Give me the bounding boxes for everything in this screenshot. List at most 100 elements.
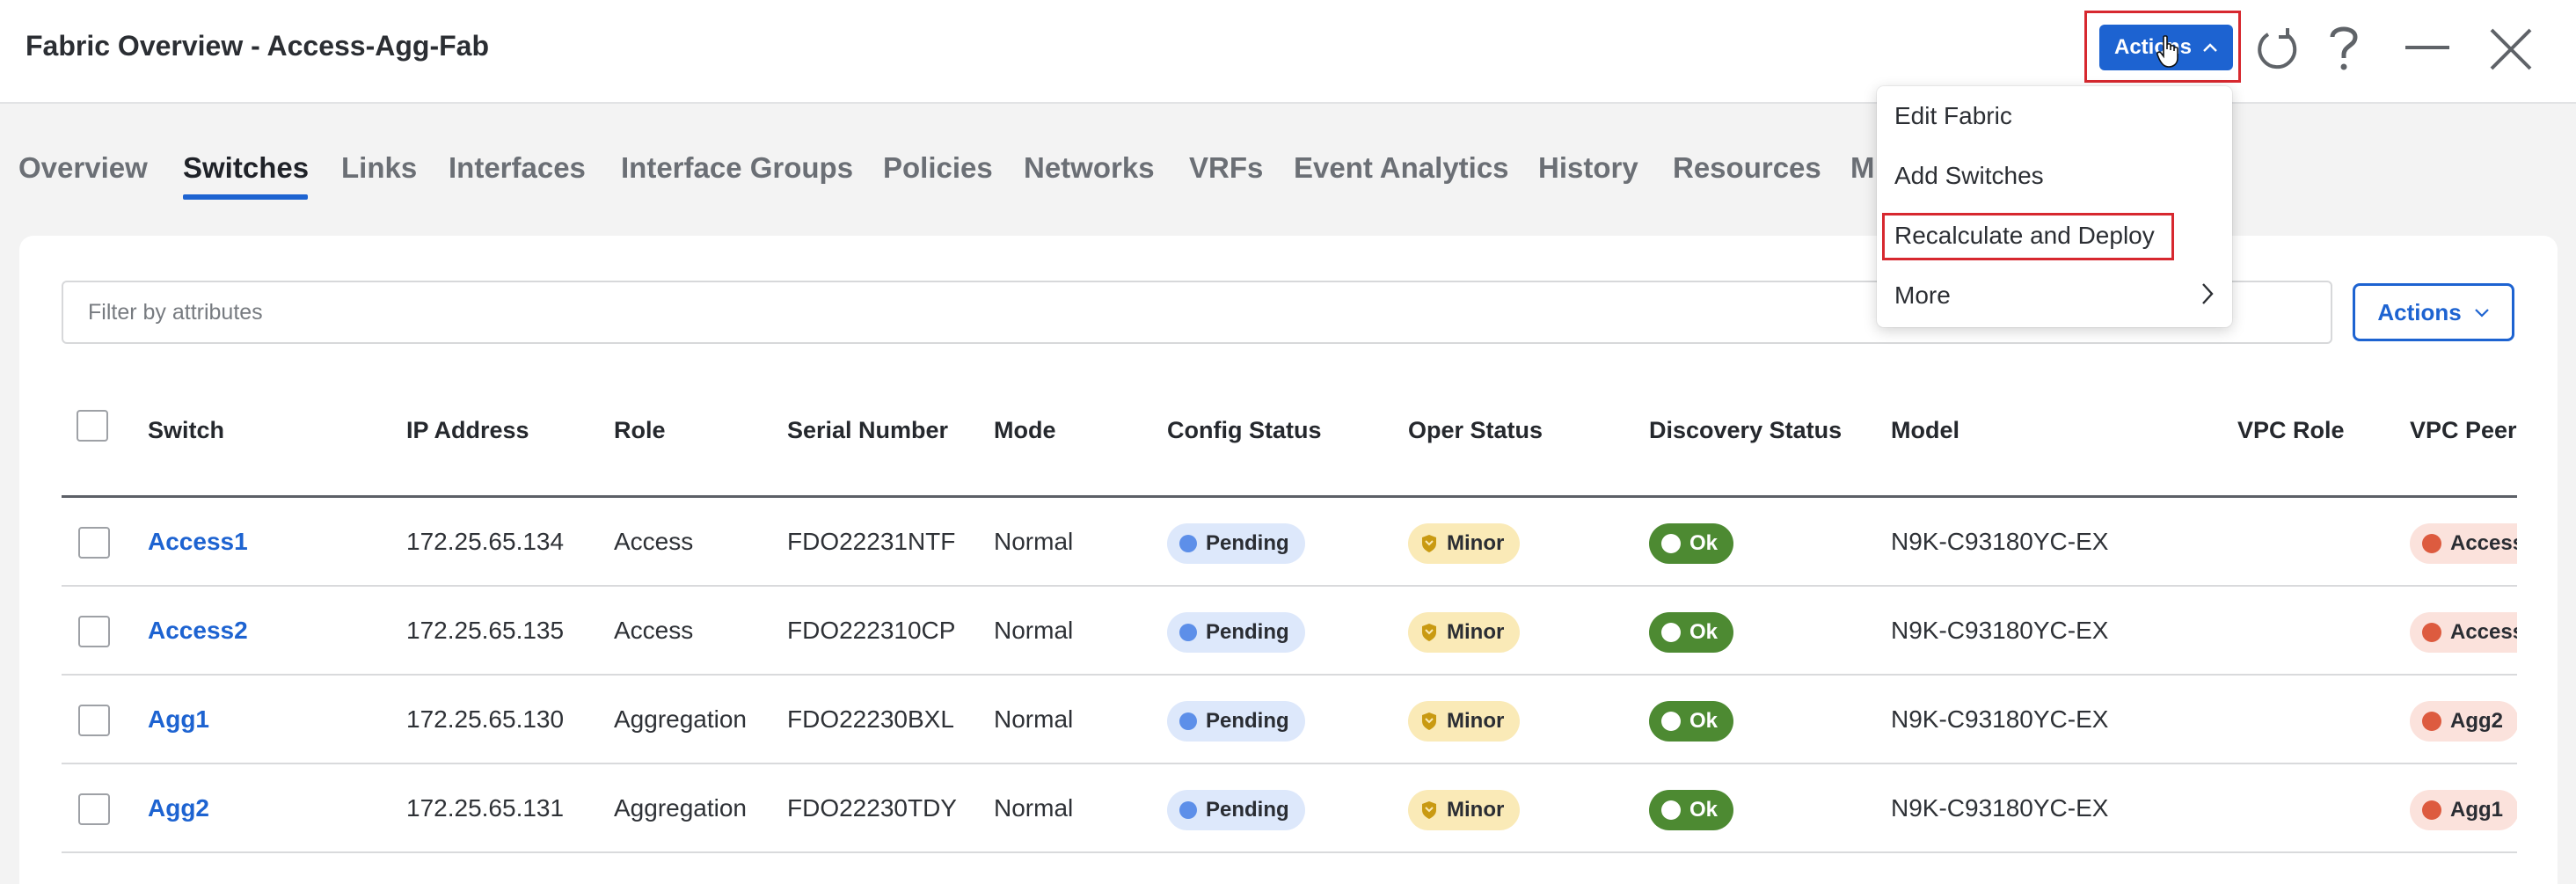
role: Access — [614, 617, 694, 644]
menu-item-edit-fabric[interactable]: Edit Fabric — [1894, 102, 2012, 130]
vpc-peer-badge[interactable]: Agg2 — [2410, 701, 2517, 742]
tab-policies[interactable]: Policies — [883, 151, 993, 185]
pending-dot-icon — [1179, 624, 1197, 641]
shield-icon — [1422, 624, 1436, 641]
column-header-role[interactable]: Role — [614, 417, 666, 444]
config-status-badge: Pending — [1167, 523, 1305, 564]
config-status-text: Pending — [1206, 798, 1289, 822]
minimize-icon[interactable] — [2404, 40, 2451, 55]
tab-more-truncated[interactable]: M — [1850, 151, 1875, 185]
oper-status-text: Minor — [1447, 620, 1505, 644]
close-icon[interactable] — [2486, 25, 2536, 74]
vpc-peer-text: Access1 — [2450, 620, 2517, 644]
role: Aggregation — [614, 794, 748, 822]
page-title: Fabric Overview - Access-Agg-Fab — [26, 30, 489, 62]
oper-status-text: Minor — [1447, 531, 1505, 555]
config-status-text: Pending — [1206, 531, 1289, 555]
serial-number: FDO222310CP — [787, 617, 956, 644]
tab-resources[interactable]: Resources — [1673, 151, 1821, 185]
table-row[interactable]: Access1 172.25.65.134 Access FDO22231NTF… — [62, 498, 2517, 587]
tab-links[interactable]: Links — [341, 151, 417, 185]
serial-number: FDO22230BXL — [787, 705, 954, 733]
column-header-vpc-peer[interactable]: VPC Peer — [2410, 417, 2517, 444]
table-actions-button[interactable]: Actions — [2353, 283, 2514, 341]
refresh-icon[interactable] — [2252, 25, 2302, 74]
tab-interface-groups[interactable]: Interface Groups — [621, 151, 853, 185]
column-header-discovery-status[interactable]: Discovery Status — [1649, 417, 1842, 444]
pending-dot-icon — [1179, 801, 1197, 819]
vpc-peer-text: Agg2 — [2450, 709, 2503, 733]
config-status-text: Pending — [1206, 709, 1289, 733]
column-header-serial-number[interactable]: Serial Number — [787, 417, 948, 444]
pending-dot-icon — [1179, 712, 1197, 730]
discovery-status-badge: Ok — [1649, 523, 1734, 564]
model: N9K-C93180YC-EX — [1891, 705, 2109, 733]
row-checkbox[interactable] — [78, 616, 110, 647]
table-row[interactable]: Agg1 172.25.65.130 Aggregation FDO22230B… — [62, 676, 2517, 764]
serial-number: FDO22230TDY — [787, 794, 957, 822]
ok-dot-icon — [1661, 800, 1681, 820]
switch-name-link[interactable]: Agg1 — [148, 705, 209, 734]
help-icon[interactable] — [2322, 21, 2366, 74]
column-header-config-status[interactable]: Config Status — [1167, 417, 1322, 444]
column-header-vpc-role[interactable]: VPC Role — [2237, 417, 2345, 444]
tab-vrfs[interactable]: VRFs — [1189, 151, 1263, 185]
ok-dot-icon — [1661, 712, 1681, 731]
vpc-peer-badge[interactable]: Agg1 — [2410, 790, 2517, 830]
serial-number: FDO22231NTF — [787, 528, 956, 555]
tab-switches[interactable]: Switches — [183, 151, 309, 185]
vpc-peer-badge[interactable]: Access2 — [2410, 523, 2517, 564]
discovery-status-text: Ok — [1689, 709, 1719, 733]
table-row[interactable]: Access2 172.25.65.135 Access FDO222310CP… — [62, 587, 2517, 676]
mode: Normal — [994, 794, 1074, 822]
discovery-status-text: Ok — [1689, 620, 1719, 644]
column-header-mode[interactable]: Mode — [994, 417, 1056, 444]
model: N9K-C93180YC-EX — [1891, 617, 2109, 644]
pointer-cursor-icon — [2156, 35, 2178, 68]
tab-interfaces[interactable]: Interfaces — [449, 151, 586, 185]
discovery-status-text: Ok — [1689, 798, 1719, 822]
switch-name-link[interactable]: Access1 — [148, 528, 248, 556]
row-checkbox[interactable] — [78, 527, 110, 559]
oper-status-badge: Minor — [1408, 701, 1521, 742]
peer-dot-icon — [2422, 800, 2441, 820]
menu-item-add-switches[interactable]: Add Switches — [1894, 162, 2044, 190]
row-checkbox[interactable] — [78, 705, 110, 736]
select-all-checkbox[interactable] — [77, 410, 108, 442]
switch-name-link[interactable]: Agg2 — [148, 794, 209, 822]
peer-dot-icon — [2422, 534, 2441, 553]
column-header-oper-status[interactable]: Oper Status — [1408, 417, 1543, 444]
tab-overview[interactable]: Overview — [18, 151, 148, 185]
oper-status-badge: Minor — [1408, 612, 1521, 653]
shield-icon — [1422, 712, 1436, 730]
column-header-ip-address[interactable]: IP Address — [406, 417, 529, 444]
tab-event-analytics[interactable]: Event Analytics — [1294, 151, 1509, 185]
discovery-status-badge: Ok — [1649, 790, 1734, 830]
oper-status-text: Minor — [1447, 709, 1505, 733]
tab-networks[interactable]: Networks — [1024, 151, 1155, 185]
table-row[interactable]: Agg2 172.25.65.131 Aggregation FDO22230T… — [62, 764, 2517, 853]
switches-table: Switch IP Address Role Serial Number Mod… — [62, 378, 2517, 884]
discovery-status-text: Ok — [1689, 531, 1719, 555]
column-header-switch[interactable]: Switch — [148, 417, 224, 444]
actions-dropdown-menu: Edit Fabric Add Switches Recalculate and… — [1877, 86, 2232, 327]
role: Aggregation — [614, 705, 748, 733]
ok-dot-icon — [1661, 623, 1681, 642]
ip-address: 172.25.65.130 — [406, 705, 565, 733]
mode: Normal — [994, 528, 1074, 555]
menu-item-more[interactable]: More — [1894, 281, 1951, 310]
tab-history[interactable]: History — [1538, 151, 1638, 185]
oper-status-text: Minor — [1447, 798, 1505, 822]
column-header-model[interactable]: Model — [1891, 417, 1959, 444]
menu-item-recalculate-and-deploy[interactable]: Recalculate and Deploy — [1894, 222, 2155, 250]
row-checkbox[interactable] — [78, 793, 110, 825]
peer-dot-icon — [2422, 623, 2441, 642]
discovery-status-badge: Ok — [1649, 612, 1734, 653]
config-status-badge: Pending — [1167, 790, 1305, 830]
config-status-text: Pending — [1206, 620, 1289, 644]
config-status-badge: Pending — [1167, 612, 1305, 653]
switch-name-link[interactable]: Access2 — [148, 617, 248, 645]
vpc-peer-text: Access2 — [2450, 531, 2517, 555]
vpc-peer-badge[interactable]: Access1 — [2410, 612, 2517, 653]
table-actions-label: Actions — [2377, 298, 2462, 325]
